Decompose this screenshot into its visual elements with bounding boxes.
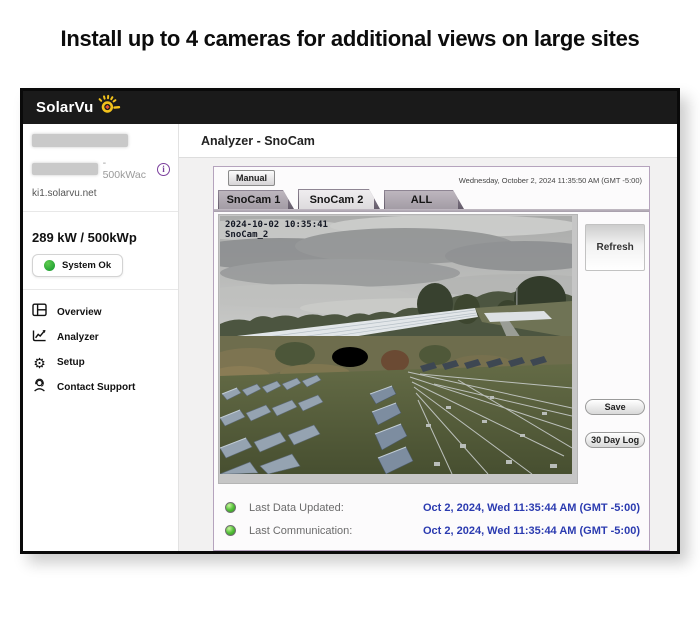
sidebar-nav: Overview Analyzer ⚙ [32, 300, 170, 400]
page-headline: Install up to 4 cameras for additional v… [0, 26, 700, 52]
logo-text: SolarVu [36, 99, 94, 116]
status-value: Oct 2, 2024, Wed 11:35:44 AM (GMT -5:00) [423, 525, 640, 537]
sidebar-divider [23, 211, 178, 212]
green-led-icon [225, 525, 236, 536]
status-value: Oct 2, 2024, Wed 11:35:44 AM (GMT -5:00) [423, 502, 640, 514]
header-datetime: Wednesday, October 2, 2024 11:35:50 AM (… [459, 176, 642, 185]
support-agent-icon [32, 378, 47, 397]
green-led-icon [225, 502, 236, 513]
tab-label: SnoCam 1 [219, 191, 288, 209]
capacity-suffix: - 500kWac [103, 157, 152, 181]
solarvu-logo: SolarVu [36, 94, 123, 122]
analyzer-chart-icon [32, 328, 47, 347]
camera-image: 2024-10-02 10:35:41 SnoCam_2 [220, 216, 572, 474]
status-label: Last Data Updated: [249, 502, 344, 514]
camera-overlay-timestamp: 2024-10-02 10:35:41 [225, 220, 328, 230]
page-header: Analyzer - SnoCam [179, 124, 677, 158]
page: Install up to 4 cameras for additional v… [0, 0, 700, 620]
redacted-site-name [32, 134, 128, 147]
thirty-day-log-button[interactable]: 30 Day Log [585, 432, 645, 448]
camera-frame: 2024-10-02 10:35:41 SnoCam_2 [218, 214, 578, 484]
sidebar-item-label: Overview [57, 307, 101, 318]
system-ok-badge[interactable]: System Ok [32, 254, 123, 277]
save-button[interactable]: Save [585, 399, 645, 415]
refresh-button[interactable]: Refresh [585, 224, 645, 271]
sidebar-item-analyzer[interactable]: Analyzer [32, 325, 170, 350]
main-area: Analyzer - SnoCam Manual Wednesday, Octo… [179, 124, 677, 551]
sidebar-divider [23, 289, 178, 290]
app-titlebar: SolarVu [23, 91, 677, 124]
page-title: Analyzer - SnoCam [201, 134, 315, 148]
tab-label: SnoCam 2 [299, 190, 374, 209]
info-icon[interactable]: i [157, 163, 170, 176]
camera-tabs: SnoCam 1 SnoCam 2 ALL [218, 189, 649, 209]
sidebar-item-label: Analyzer [57, 332, 99, 343]
sun-icon [96, 94, 123, 122]
gear-icon: ⚙ [32, 356, 47, 370]
status-label: Last Communication: [249, 525, 352, 537]
power-summary: 289 kW / 500kWp [32, 230, 170, 245]
sidebar-item-overview[interactable]: Overview [32, 300, 170, 325]
snocam-panel: Manual Wednesday, October 2, 2024 11:35:… [213, 166, 650, 551]
camera-overlay-name: SnoCam_2 [225, 230, 268, 240]
status-row-last-communication: Last Communication: Oct 2, 2024, Wed 11:… [225, 519, 640, 542]
content-area: Manual Wednesday, October 2, 2024 11:35:… [179, 158, 677, 551]
status-row-last-data: Last Data Updated: Oct 2, 2024, Wed 11:3… [225, 496, 640, 519]
sidebar-item-label: Setup [57, 357, 85, 368]
tab-label: ALL [385, 191, 458, 209]
app-window: SolarVu [20, 88, 680, 554]
status-section: Last Data Updated: Oct 2, 2024, Wed 11:3… [214, 484, 649, 544]
tab-all[interactable]: ALL [384, 190, 464, 209]
sidebar: - 500kWac i ki1.solarvu.net 289 kW / 500… [23, 124, 179, 551]
tab-snocam-2[interactable]: SnoCam 2 [298, 189, 380, 209]
redacted-site-capacity [32, 163, 98, 175]
overview-icon [32, 303, 47, 322]
site-domain: ki1.solarvu.net [32, 188, 170, 199]
sidebar-item-label: Contact Support [57, 382, 135, 393]
tab-snocam-1[interactable]: SnoCam 1 [218, 190, 294, 209]
manual-button[interactable]: Manual [228, 170, 275, 186]
status-dot-icon [44, 260, 55, 271]
camera-controls: Refresh Save 30 Day Log [585, 214, 645, 484]
sidebar-item-setup[interactable]: ⚙ Setup [32, 350, 170, 375]
system-ok-label: System Ok [62, 260, 111, 271]
sidebar-item-contact-support[interactable]: Contact Support [32, 375, 170, 400]
